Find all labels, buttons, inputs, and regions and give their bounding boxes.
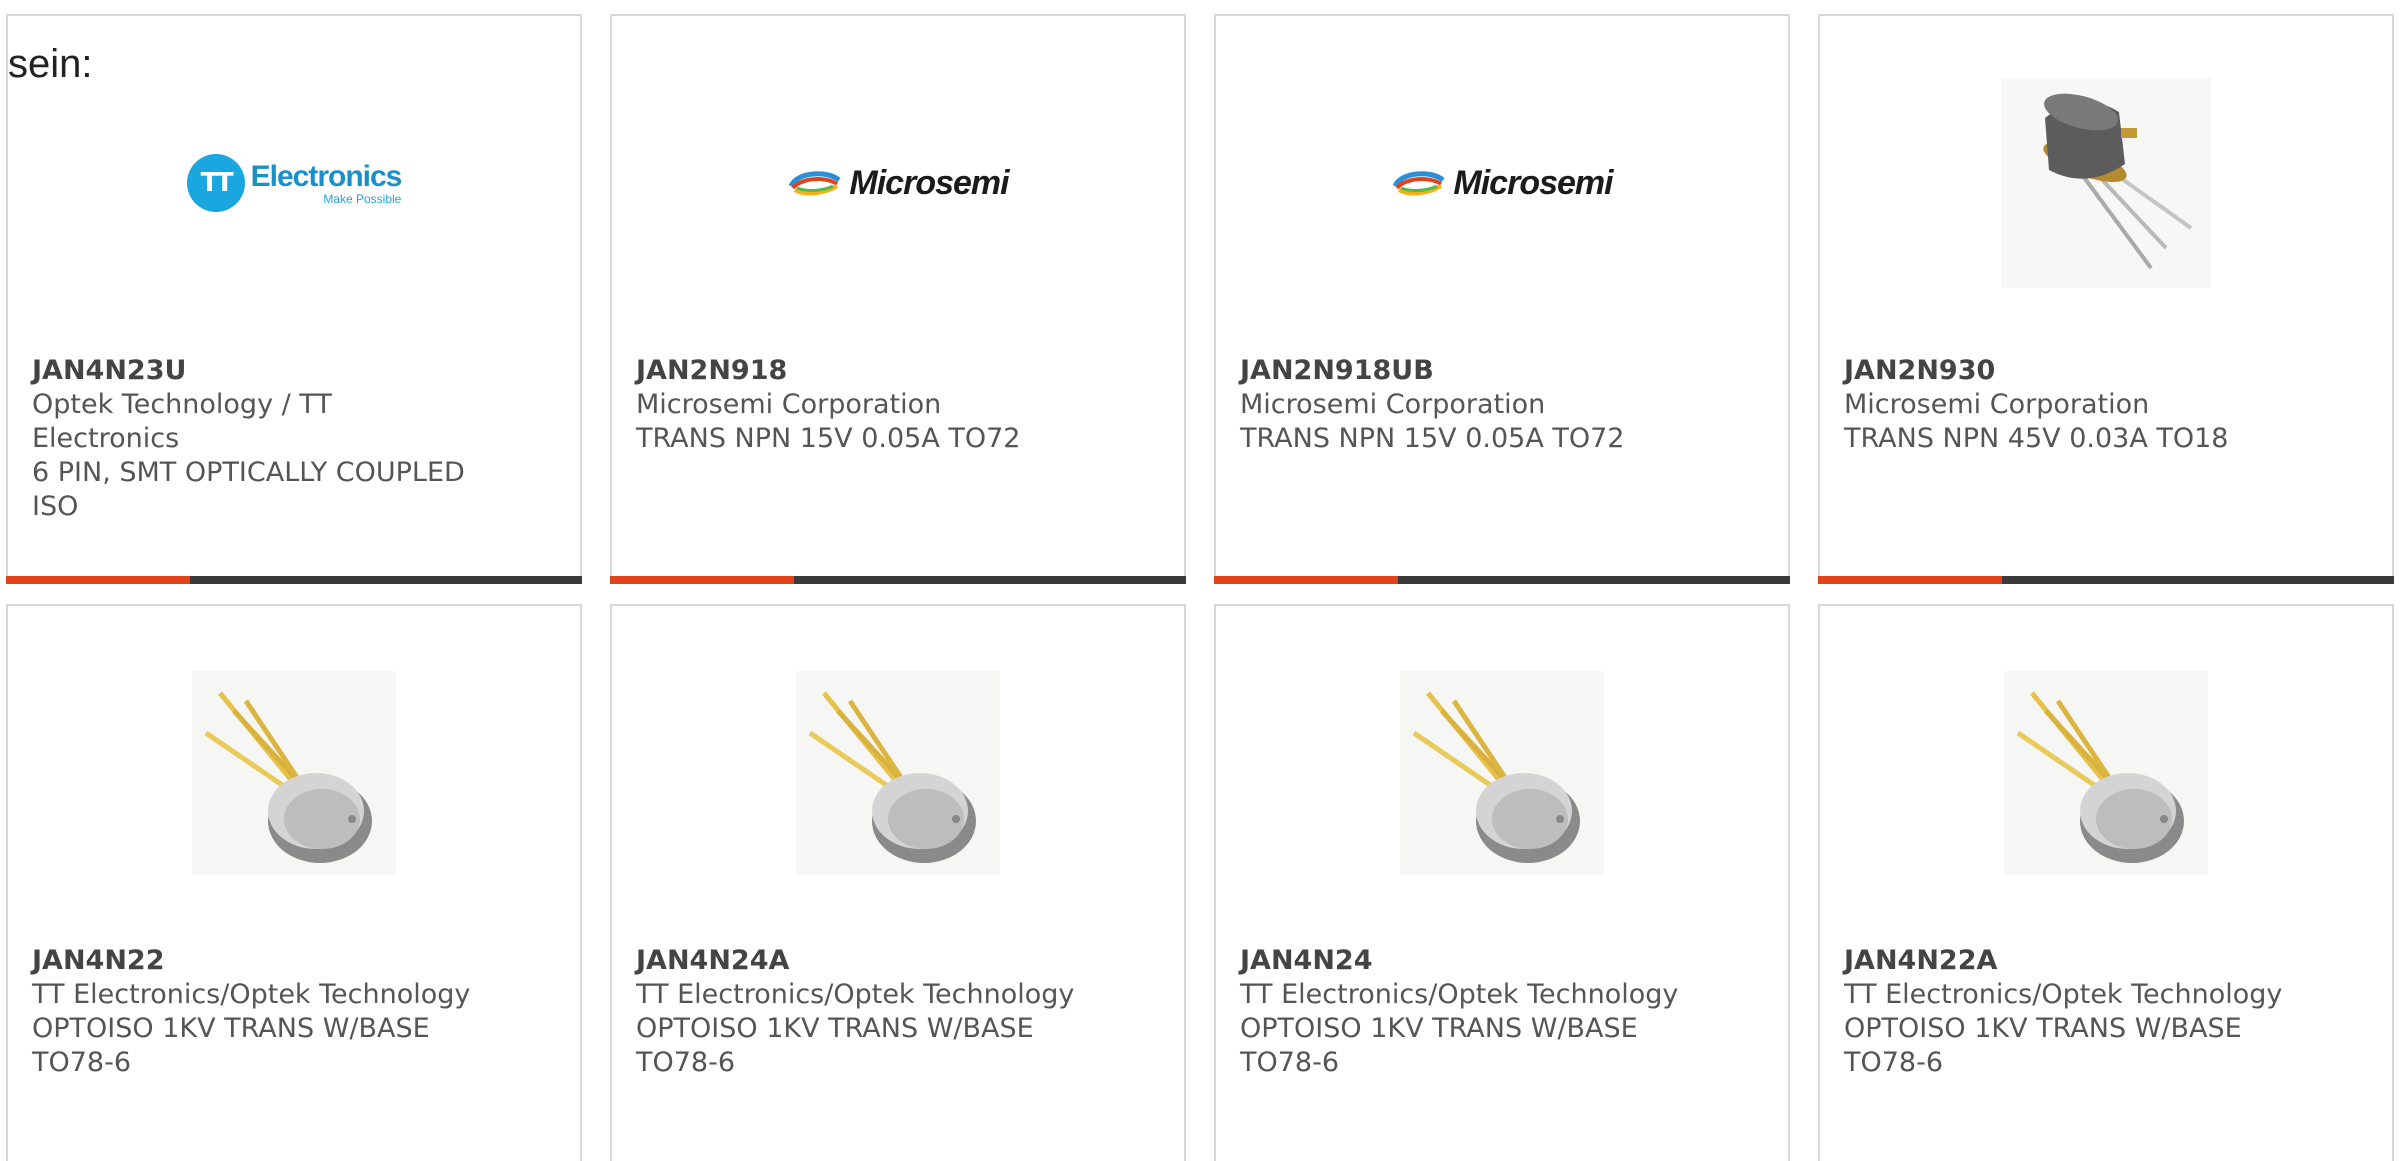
manufacturer-name: TT Electronics/Optek Technology [636,979,1075,1010]
product-image [612,668,1184,878]
part-number[interactable]: JAN4N24 [1240,944,1690,978]
product-grid-page: sein: TT Electronics Make Possible JAN4N… [0,0,2400,1161]
part-number[interactable]: JAN4N23U [32,354,482,388]
product-description: 6 PIN, SMT OPTICALLY COUPLED ISO [32,457,465,522]
product-card[interactable]: Microsemi JAN2N918UB Microsemi Corporati… [1214,14,1790,584]
product-image [1216,668,1788,878]
part-number[interactable]: JAN2N918UB [1240,354,1690,388]
card-accent-bar [610,576,1186,584]
to78-optoisolator-photo [1400,671,1604,875]
manufacturer-logo: Microsemi [612,78,1184,288]
part-number[interactable]: JAN4N22A [1844,944,2294,978]
microsemi-logo: Microsemi [1391,164,1614,203]
product-description: OPTOISO 1KV TRANS W/BASE TO78-6 [1240,1013,1638,1078]
tt-electronics-logo: TT Electronics Make Possible [186,154,402,212]
part-number[interactable]: JAN4N22 [32,944,482,978]
product-card[interactable]: TT Electronics Make Possible JAN4N23U Op… [6,14,582,584]
product-description: OPTOISO 1KV TRANS W/BASE TO78-6 [1844,1013,2242,1078]
product-description: OPTOISO 1KV TRANS W/BASE TO78-6 [32,1013,430,1078]
microsemi-logo: Microsemi [787,164,1010,203]
product-card[interactable]: Microsemi JAN2N918 Microsemi Corporation… [610,14,1186,584]
product-description: TRANS NPN 45V 0.03A TO18 [1844,423,2229,454]
manufacturer-name: TT Electronics/Optek Technology [32,979,471,1010]
manufacturer-name: TT Electronics/Optek Technology [1844,979,2283,1010]
product-description: TRANS NPN 15V 0.05A TO72 [636,423,1021,454]
manufacturer-logo: Microsemi [1216,78,1788,288]
manufacturer-name: TT Electronics/Optek Technology [1240,979,1679,1010]
to18-transistor-photo [2001,78,2211,288]
product-card[interactable]: JAN4N22 TT Electronics/Optek Technology … [6,604,582,1161]
product-card[interactable]: JAN4N24A TT Electronics/Optek Technology… [610,604,1186,1161]
product-card[interactable]: JAN4N24 TT Electronics/Optek Technology … [1214,604,1790,1161]
to78-optoisolator-photo [192,671,396,875]
part-number[interactable]: JAN2N930 [1844,354,2294,388]
to78-optoisolator-photo [2004,671,2208,875]
product-description: OPTOISO 1KV TRANS W/BASE TO78-6 [636,1013,1034,1078]
intro-text: sein: [8,42,93,86]
product-image [8,668,580,878]
manufacturer-logo: TT Electronics Make Possible [8,78,580,288]
manufacturer-name: Microsemi Corporation [1240,389,1546,420]
card-accent-bar [6,576,582,584]
to78-optoisolator-photo [796,671,1000,875]
part-number[interactable]: JAN2N918 [636,354,1086,388]
card-accent-bar [1818,576,2394,584]
product-image [1820,668,2392,878]
product-card[interactable]: JAN4N22A TT Electronics/Optek Technology… [1818,604,2394,1161]
part-number[interactable]: JAN4N24A [636,944,1086,978]
product-image [1820,78,2392,288]
product-description: TRANS NPN 15V 0.05A TO72 [1240,423,1625,454]
product-card[interactable]: JAN2N930 Microsemi Corporation TRANS NPN… [1818,14,2394,584]
card-accent-bar [1214,576,1790,584]
manufacturer-name: Microsemi Corporation [1844,389,2150,420]
manufacturer-name: Microsemi Corporation [636,389,942,420]
manufacturer-name: Optek Technology / TT Electronics [32,389,332,454]
